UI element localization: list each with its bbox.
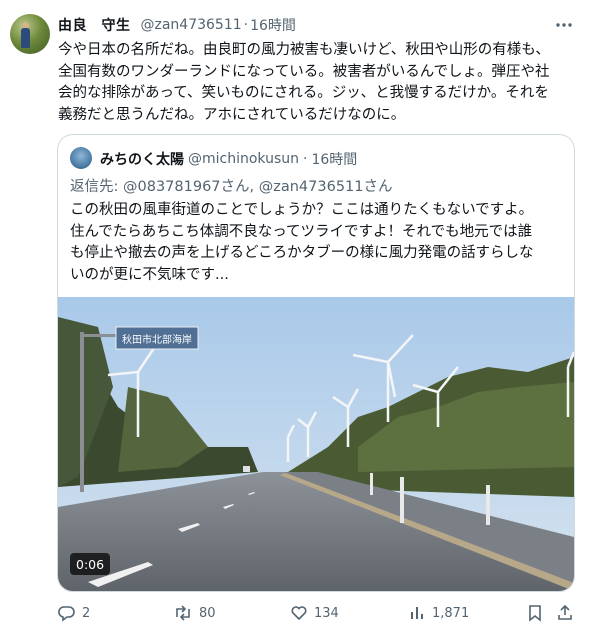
retweet-icon	[176, 605, 190, 621]
tweet-text-line: 義務だと思うんだね。アホにされているだけなのに。	[58, 106, 406, 123]
like-count: 134	[314, 605, 339, 621]
bookmark-button[interactable]	[526, 600, 550, 626]
tweet-actions-bar: 2 80 134 1,871	[58, 600, 578, 626]
quoted-tweet[interactable]: みちのく太陽 @michinokusun · 16時間 返信先: @083781…	[57, 134, 575, 592]
reply-button[interactable]: 2	[58, 600, 90, 626]
quote-timestamp: 16時間	[311, 152, 358, 168]
share-icon	[558, 604, 572, 620]
author-name[interactable]: 由良 守生	[58, 15, 131, 35]
video-thumbnail: 秋田市北部海岸	[58, 297, 574, 591]
quote-text: この秋田の風車街道のことでしょうか？ここは通りたくもないですよ。 住んでたらあち…	[70, 200, 566, 286]
views-icon	[411, 607, 423, 619]
quote-text-line: いのが更に不気味です...	[70, 266, 229, 283]
tweet-text-line: 会的な排除があって、笑いものにされる。ジッ、と我慢するだけか。それを	[58, 85, 549, 101]
tweet-text-line: 全国有数のワンダーランドになっている。被害者がいるんでしょ。弾圧や社	[58, 63, 550, 80]
quote-author-handle: @michinokusun	[188, 151, 300, 167]
video-duration-badge: 0:06	[70, 553, 111, 575]
tweet-card[interactable]: 由良 守生 @zan4736511 · 16時間 今や日本の名所だね。由良町の風…	[0, 0, 612, 636]
reply-icon	[58, 606, 75, 622]
quote-header: みちのく太陽 @michinokusun · 16時間	[100, 148, 357, 170]
quote-text-line: この秋田の風車街道のことでしょうか？ここは通りたくもないですよ。	[70, 202, 534, 218]
tweet-text: 今や日本の名所だね。由良町の風力被害も凄いけど、秋田や山形の有様も、 全国有数の…	[58, 40, 578, 126]
bookmark-icon	[529, 605, 541, 622]
author-avatar[interactable]	[10, 14, 50, 54]
views-button[interactable]: 1,871	[408, 600, 469, 626]
like-icon	[291, 606, 307, 621]
quote-reply-to: 返信先: @083781967さん, @zan4736511さん	[70, 179, 393, 195]
author-handle[interactable]: @zan4736511	[141, 17, 242, 33]
quote-separator: ·	[303, 151, 308, 167]
tweet-header: 由良 守生 @zan4736511 · 16時間	[58, 14, 296, 36]
retweet-count: 80	[199, 605, 216, 621]
views-count: 1,871	[432, 605, 470, 621]
share-button[interactable]	[556, 600, 580, 626]
quote-text-line: 住んでたらあちこち体調不良なってツライですよ！それでも地元では誰	[70, 223, 533, 240]
quote-text-line: も停止や撤去の声を上げるどころかタブーの様に風力発電の話すらしな	[70, 245, 534, 261]
tweet-timestamp[interactable]: 16時間	[250, 15, 296, 35]
reply-count: 2	[82, 605, 91, 621]
video-player[interactable]: 秋田市北部海岸 0:06	[58, 297, 574, 591]
tweet-text-line: 今や日本の名所だね。由良町の風力被害も凄いけど、秋田や山形の有様も、	[58, 42, 550, 58]
retweet-button[interactable]: 80	[173, 600, 216, 626]
road-sign-text: 秋田市北部海岸	[122, 333, 192, 346]
avatar-figure-shape	[21, 28, 30, 48]
like-button[interactable]: 134	[290, 600, 339, 626]
quote-author-avatar[interactable]	[70, 147, 92, 169]
quote-author-name: みちのく太陽	[100, 152, 184, 168]
more-icon[interactable]	[553, 14, 575, 36]
header-separator: ·	[243, 17, 249, 33]
